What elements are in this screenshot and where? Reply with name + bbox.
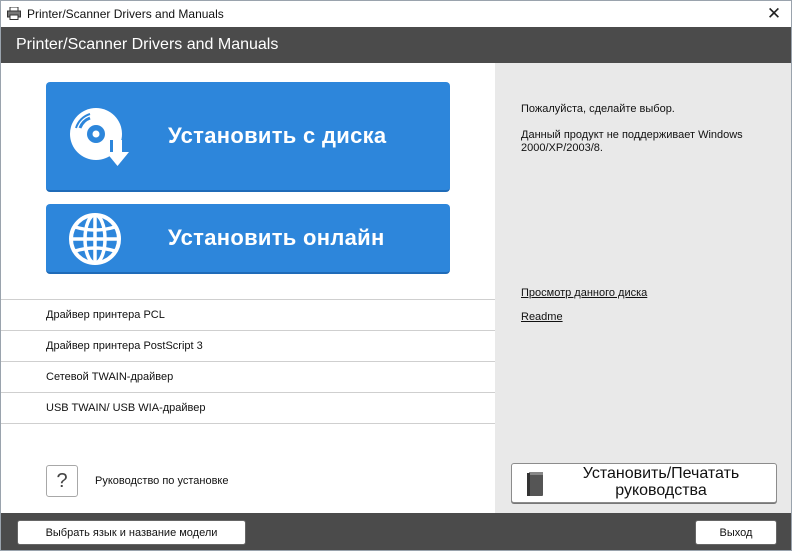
book-icon (527, 472, 543, 496)
exit-button[interactable]: Выход (695, 520, 777, 545)
install-from-disc-button[interactable]: Установить с диска (46, 82, 450, 192)
select-language-model-button[interactable]: Выбрать язык и название модели (17, 520, 246, 545)
footer-bar: Выбрать язык и название модели Выход (1, 513, 791, 550)
unsupported-os-text: Данный продукт не поддерживает Windows 2… (521, 129, 743, 154)
install-from-disc-label: Установить с диска (168, 123, 387, 148)
disc-install-icon (70, 108, 129, 166)
driver-item-usb-twain-wia[interactable]: USB TWAIN/ USB WIA-драйвер (1, 392, 495, 424)
driver-item-postscript3[interactable]: Драйвер принтера PostScript 3 (1, 330, 495, 361)
title-bar: Printer/Scanner Drivers and Manuals ✕ (1, 1, 791, 27)
help-icon[interactable]: ? (46, 465, 78, 497)
driver-item-network-twain[interactable]: Сетевой TWAIN-драйвер (1, 361, 495, 392)
window-title: Printer/Scanner Drivers and Manuals (27, 7, 224, 21)
main-panel: Установить с диска Установить онлайн Дра… (1, 63, 495, 513)
browse-disc-link[interactable]: Просмотр данного диска (521, 287, 647, 299)
prompt-text: Пожалуйста, сделайте выбор. (521, 103, 675, 115)
install-online-label: Установить онлайн (168, 225, 385, 250)
info-panel: Пожалуйста, сделайте выбор. Данный проду… (495, 63, 791, 513)
install-online-button[interactable]: Установить онлайн (46, 204, 450, 274)
install-guide-link[interactable]: ? Руководство по установке (46, 465, 228, 497)
close-icon[interactable]: ✕ (757, 1, 791, 27)
header-bar: Printer/Scanner Drivers and Manuals (1, 27, 791, 63)
page-title: Printer/Scanner Drivers and Manuals (16, 36, 279, 53)
readme-link[interactable]: Readme (521, 311, 563, 323)
install-print-manuals-label: Установить/Печатать руководства (582, 465, 740, 499)
install-print-manuals-button[interactable]: Установить/Печатать руководства (511, 463, 777, 503)
install-guide-label: Руководство по установке (95, 475, 229, 487)
driver-item-pcl[interactable]: Драйвер принтера PCL (1, 299, 495, 330)
globe-icon (69, 213, 121, 265)
driver-list: Драйвер принтера PCL Драйвер принтера Po… (1, 299, 495, 424)
printer-app-icon (7, 7, 21, 20)
installer-window: Printer/Scanner Drivers and Manuals ✕ Pr… (0, 0, 792, 551)
